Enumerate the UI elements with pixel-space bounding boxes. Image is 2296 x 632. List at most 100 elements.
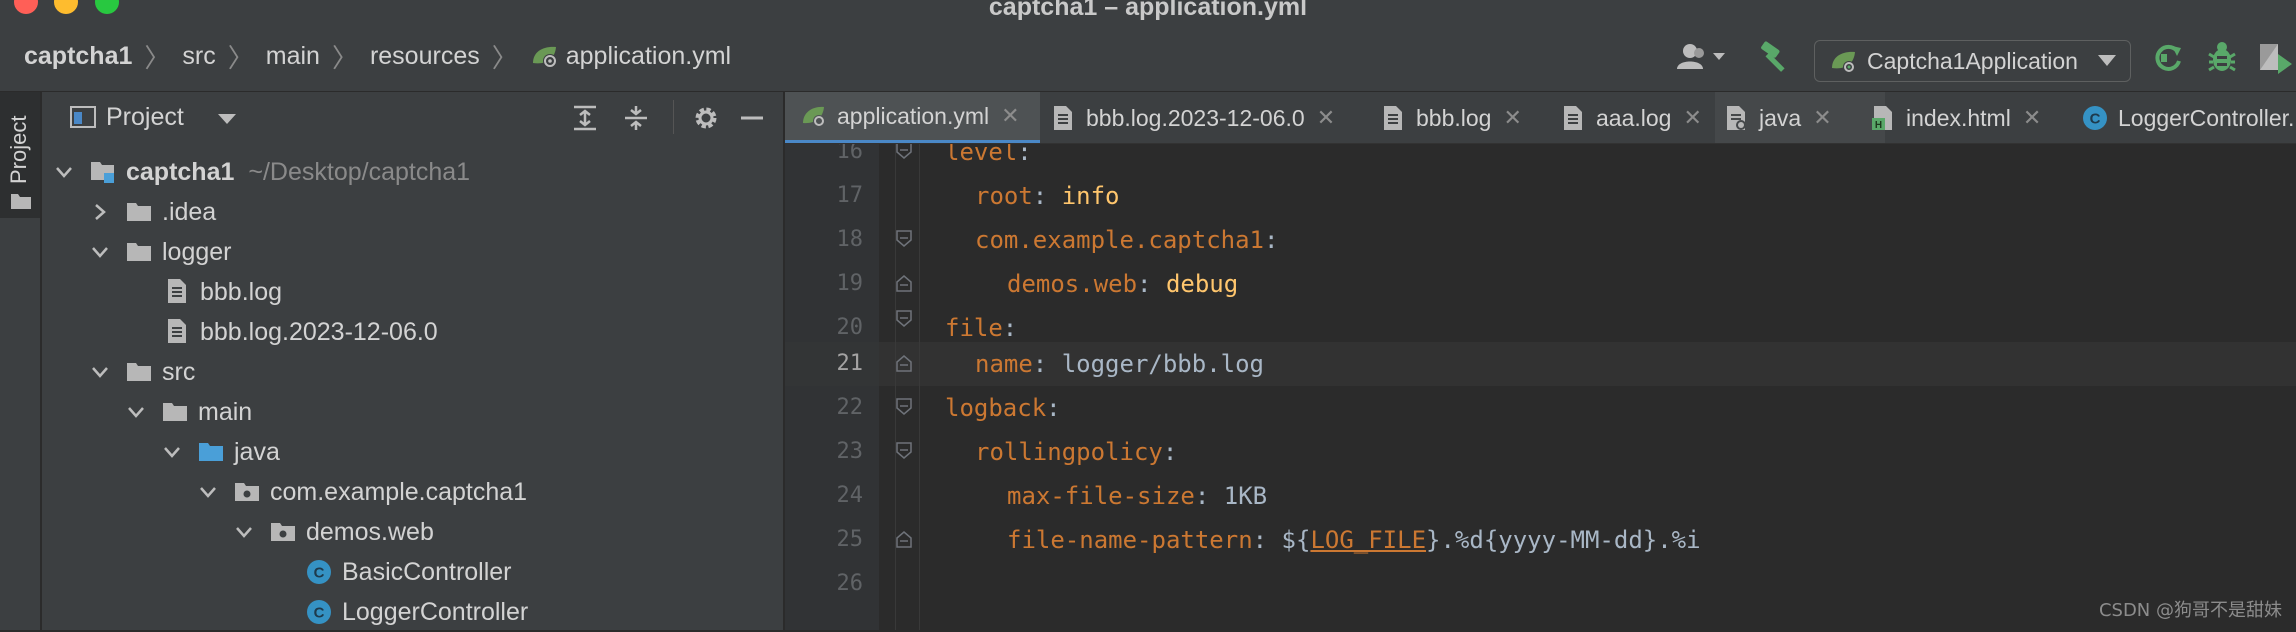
code-line: demos.web: debug [1007,262,1238,306]
tree-item-logger[interactable]: logger [42,232,784,272]
close-tab-icon[interactable]: ✕ [1813,105,1831,131]
breadcrumb-item-resources[interactable]: resources [370,42,480,71]
yaml-key: file-name-pattern [1007,526,1253,554]
tree-item-label: BasicController [342,557,512,586]
close-tab-icon[interactable]: ✕ [1001,103,1019,129]
editor-tab-bar: application.yml ✕ bbb.log.2023-12-06.0 ✕… [785,92,2296,144]
yaml-plain-value: : 1KB [1194,482,1268,510]
tab-logger-controller[interactable]: C LoggerController. [2082,92,2294,143]
tree-item-idea[interactable]: .idea [42,192,784,232]
breadcrumb-item-project[interactable]: captcha1 [24,42,132,71]
line-number: 23 [836,439,864,464]
yaml-key: demos.web [1007,270,1138,298]
left-tool-strip: Project [0,92,41,630]
tab-bbb-log-archive[interactable]: bbb.log.2023-12-06.0 ✕ [1050,92,1335,143]
fold-end-marker-icon[interactable] [895,354,913,372]
run-configuration-label: Captcha1Application [1867,47,2078,74]
package-icon [270,519,296,545]
line-number: 18 [836,227,864,252]
tree-item-bbb-log-archive[interactable]: bbb.log.2023-12-06.0 [42,312,784,352]
tree-item-label: bbb.log [200,277,283,306]
rerun-icon[interactable] [2152,42,2184,74]
fold-marker-icon[interactable] [895,144,913,160]
yaml-punct: : ${ [1252,526,1311,554]
yaml-key: logback [945,394,1047,422]
breadcrumb-item-file-label: application.yml [565,41,732,70]
chevron-down-icon[interactable] [198,482,218,502]
project-panel-title[interactable]: Project [106,103,184,132]
tree-item-package-captcha1[interactable]: com.example.captcha1 [42,472,784,512]
fold-end-marker-icon[interactable] [895,274,913,292]
fold-marker-icon[interactable] [895,310,913,328]
yaml-spring-icon [801,103,827,129]
line-number-current: 21 [836,351,864,376]
chevron-down-icon[interactable] [126,402,146,422]
fold-marker-icon[interactable] [895,230,913,248]
tab-bbb-log[interactable]: bbb.log ✕ [1380,92,1522,143]
close-tab-icon[interactable]: ✕ [1683,105,1701,131]
tree-item-main[interactable]: main [42,392,784,432]
chevron-down-icon[interactable] [162,442,182,462]
close-tab-icon[interactable]: ✕ [2023,105,2041,131]
tree-item-src[interactable]: src [42,352,784,392]
fold-gutter [879,144,915,630]
code-line: com.example.captcha1: [975,218,1278,262]
tab-aaa-log[interactable]: aaa.log ✕ [1560,92,1702,143]
tree-item-basic-controller[interactable]: C BasicController [42,552,784,592]
tree-item-captcha1[interactable]: captcha1 ~/Desktop/captcha1 [42,152,784,192]
tree-item-label: captcha1 [126,157,235,186]
collapse-all-icon[interactable] [622,104,650,132]
tab-application-yml[interactable]: application.yml ✕ [785,92,1040,143]
tree-item-package-demos-web[interactable]: demos.web [42,512,784,552]
expand-all-icon[interactable] [571,104,599,132]
tab-label: bbb.log [1416,104,1492,131]
tree-item-logger-controller[interactable]: C LoggerController [42,592,784,632]
tab-java[interactable]: java ✕ [1715,92,1885,143]
chevron-down-icon[interactable] [218,114,236,124]
user-account-icon[interactable] [1675,42,1727,70]
breadcrumb: captcha1 〉 src 〉 main 〉 resources 〉 appl… [24,20,731,92]
fold-marker-icon[interactable] [895,442,913,460]
breadcrumb-separator: 〉 [144,42,171,73]
code-line: file-name-pattern: ${LOG_FILE}.%d{yyyy-M… [1007,518,1701,562]
tree-item-java[interactable]: java [42,432,784,472]
breadcrumb-item-file[interactable]: application.yml [530,42,731,71]
project-tool-window-tab[interactable]: Project [0,92,40,218]
package-icon [234,479,260,505]
code-line-current: name: logger/bbb.log [975,342,1264,386]
code-line: level: [945,144,1032,174]
close-tab-icon[interactable]: ✕ [1503,105,1521,131]
chevron-down-icon[interactable] [90,242,110,262]
html-file-icon: H [1870,105,1896,131]
run-with-coverage-icon[interactable] [2256,40,2296,74]
svg-text:C: C [2090,111,2101,128]
chevron-right-icon[interactable] [90,202,110,222]
tab-index-html[interactable]: H index.html ✕ [1870,92,2041,143]
text-file-icon [164,278,190,304]
build-hammer-icon[interactable] [1757,40,1793,74]
fold-marker-icon[interactable] [895,398,913,416]
breadcrumb-item-src[interactable]: src [182,42,215,71]
fold-end-marker-icon[interactable] [895,530,913,548]
window-title: captcha1 – application.yml [988,0,1308,21]
gear-icon[interactable] [692,104,720,132]
class-icon: C [306,599,332,625]
folder-icon [126,239,152,265]
code-editor[interactable]: 16 17 18 19 20 21 22 23 24 25 26 level: [785,144,2296,630]
debug-bug-icon[interactable] [2206,40,2238,74]
yaml-key: root [975,182,1033,210]
chevron-down-icon[interactable] [90,362,110,382]
yaml-value: debug [1165,270,1239,298]
run-configuration-select[interactable]: Captcha1Application [1814,40,2131,82]
chevron-down-icon[interactable] [234,522,254,542]
close-tab-icon[interactable]: ✕ [1317,105,1335,131]
yaml-punct: : [1032,182,1062,210]
tab-label: application.yml [837,102,990,129]
tree-item-bbb-log[interactable]: bbb.log [42,272,784,312]
hide-panel-icon[interactable] [738,104,766,132]
yaml-placeholder-reference[interactable]: LOG_FILE [1310,526,1426,554]
spring-boot-icon [1829,48,1859,74]
breadcrumb-item-main[interactable]: main [266,42,320,71]
chevron-down-icon[interactable] [54,162,74,182]
class-icon: C [2082,105,2108,131]
